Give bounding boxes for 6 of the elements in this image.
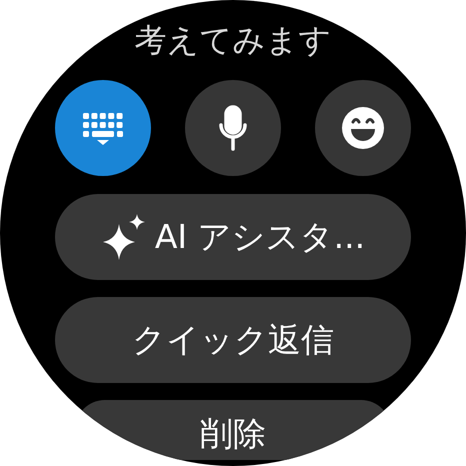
keyboard-icon: [81, 111, 125, 145]
ai-assistant-button[interactable]: AI アシスタ...: [55, 194, 411, 280]
message-text: 考えてみます: [134, 20, 332, 60]
smiley-icon: [341, 106, 385, 150]
microphone-icon: [218, 105, 248, 151]
action-button[interactable]: クイック返信: [55, 297, 411, 383]
